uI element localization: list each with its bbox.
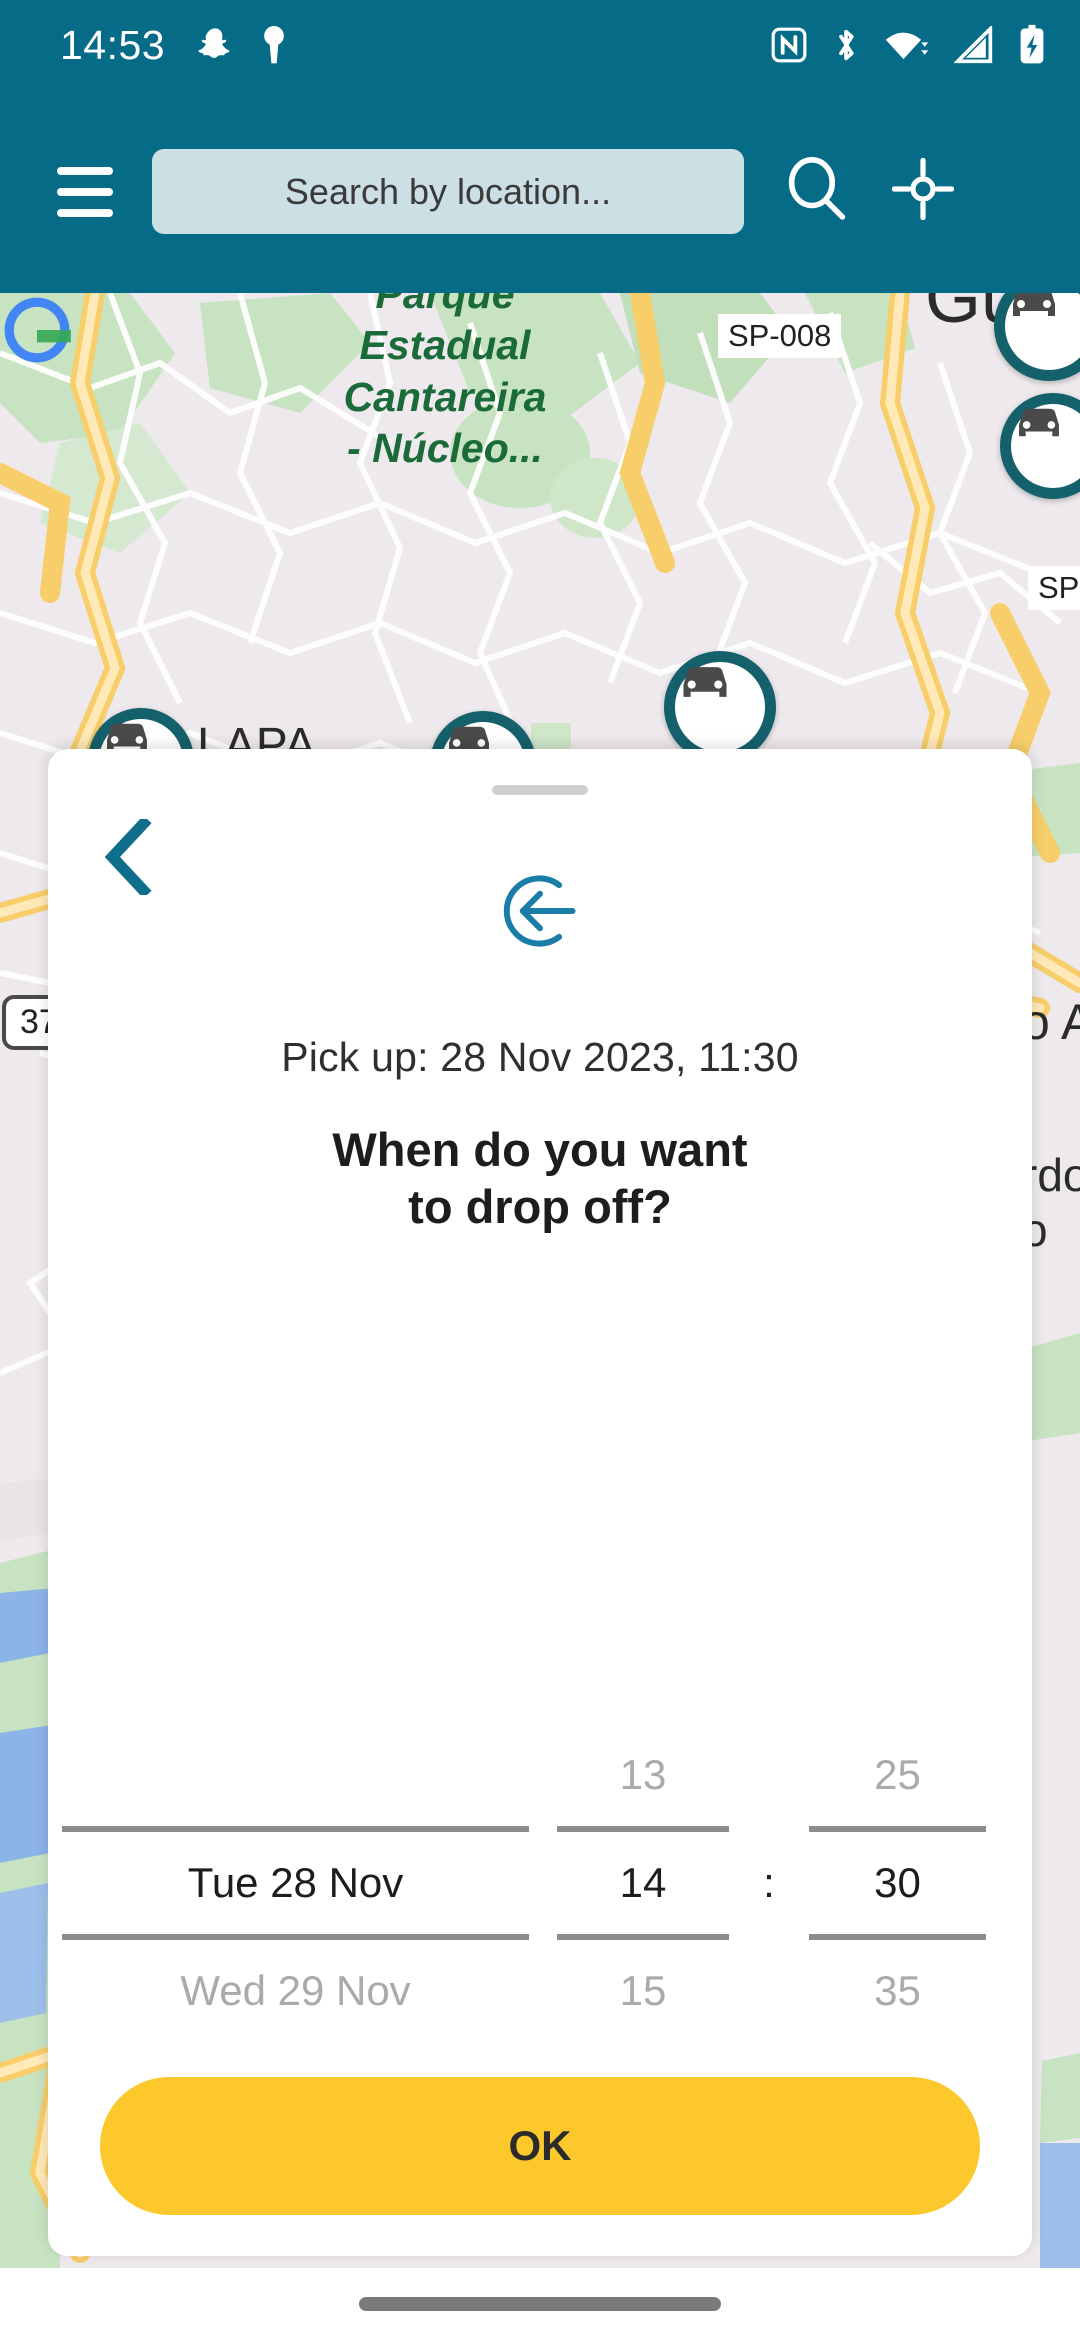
date-wheel-divider-bottom bbox=[62, 1934, 529, 1940]
hour-wheel-prev[interactable]: 13 bbox=[543, 1721, 743, 1829]
question-line-2: to drop off? bbox=[408, 1180, 672, 1234]
colon-glyph: : bbox=[763, 1859, 775, 1906]
question-line-1: When do you want bbox=[332, 1123, 748, 1176]
keyhole-icon bbox=[264, 25, 284, 64]
chevron-left-icon bbox=[104, 819, 152, 895]
hour-wheel-divider-bottom bbox=[557, 1934, 729, 1940]
map-highway-label-sp008: SP-008 bbox=[718, 314, 842, 358]
minute-wheel-divider-bottom bbox=[809, 1934, 986, 1940]
search-icon[interactable] bbox=[784, 156, 850, 227]
map-highway-label-sp0: SP-0 bbox=[1028, 566, 1080, 610]
hour-wheel-next[interactable]: 15 bbox=[543, 1937, 743, 2045]
minute-wheel-divider-top bbox=[809, 1826, 986, 1832]
my-location-crosshair-icon[interactable] bbox=[891, 157, 955, 225]
ok-button[interactable]: OK bbox=[100, 2077, 980, 2215]
hour-wheel[interactable]: 13 14 15 bbox=[543, 1721, 743, 2045]
battery-charging-icon bbox=[1020, 24, 1044, 64]
date-wheel-next[interactable]: Wed 29 Nov bbox=[48, 1937, 543, 2045]
status-clock: 14:53 bbox=[60, 21, 166, 68]
system-nav-bar bbox=[0, 2268, 1080, 2340]
search-glyph bbox=[788, 157, 846, 220]
minute-wheel[interactable]: 25 30 35 bbox=[795, 1721, 1000, 2045]
minute-wheel-prev[interactable]: 25 bbox=[795, 1721, 1000, 1829]
nfc-icon bbox=[771, 27, 807, 63]
status-bar: 14:53 bbox=[0, 0, 1080, 90]
drop-off-time-sheet: Pick up: 28 Nov 2023, 11:30 When do you … bbox=[48, 749, 1032, 2256]
time-separator: : bbox=[743, 1721, 795, 2045]
hamburger-line bbox=[57, 208, 113, 217]
pickup-summary: Pick up: 28 Nov 2023, 11:30 bbox=[281, 1034, 799, 1080]
hamburger-line bbox=[57, 166, 113, 175]
drop-off-glyph bbox=[503, 875, 576, 947]
hamburger-line bbox=[57, 187, 113, 196]
date-wheel-prev[interactable] bbox=[48, 1721, 543, 1829]
bluetooth-icon bbox=[839, 29, 854, 61]
date-wheel-selected[interactable]: Tue 28 Nov bbox=[48, 1829, 543, 1937]
wifi-icon bbox=[885, 32, 929, 60]
date-wheel-divider-top bbox=[62, 1826, 529, 1832]
hour-wheel-selected[interactable]: 14 bbox=[543, 1829, 743, 1937]
car-pin-icon bbox=[683, 667, 727, 697]
minute-wheel-next[interactable]: 35 bbox=[795, 1937, 1000, 2045]
page-title: When do you want to drop off? bbox=[332, 1121, 747, 1236]
hamburger-menu-icon[interactable] bbox=[40, 147, 130, 237]
drag-handle[interactable] bbox=[492, 785, 588, 795]
back-button[interactable] bbox=[86, 815, 170, 899]
home-gesture-pill[interactable] bbox=[359, 2297, 721, 2311]
status-notification-icons bbox=[195, 24, 291, 66]
google-logo bbox=[4, 297, 71, 363]
map-car-marker[interactable] bbox=[664, 651, 776, 763]
cellular-signal-icon bbox=[954, 26, 993, 64]
status-system-icons bbox=[770, 24, 1046, 66]
snapchat-icon bbox=[198, 28, 230, 58]
search-placeholder: Search by location... bbox=[284, 170, 612, 212]
crosshair-glyph bbox=[891, 157, 955, 221]
hour-wheel-divider-top bbox=[557, 1826, 729, 1832]
search-input[interactable]: Search by location... bbox=[152, 149, 744, 234]
app-bar: Search by location... bbox=[0, 90, 1080, 293]
datetime-picker[interactable]: Tue 28 Nov Wed 29 Nov 13 14 15 : 25 30 3… bbox=[48, 1721, 1032, 2045]
minute-wheel-selected[interactable]: 30 bbox=[795, 1829, 1000, 1937]
date-wheel[interactable]: Tue 28 Nov Wed 29 Nov bbox=[48, 1721, 543, 2045]
car-pin-icon bbox=[1013, 293, 1055, 316]
drop-off-circle-arrow-icon bbox=[494, 865, 586, 962]
car-pin-icon bbox=[1019, 408, 1059, 437]
